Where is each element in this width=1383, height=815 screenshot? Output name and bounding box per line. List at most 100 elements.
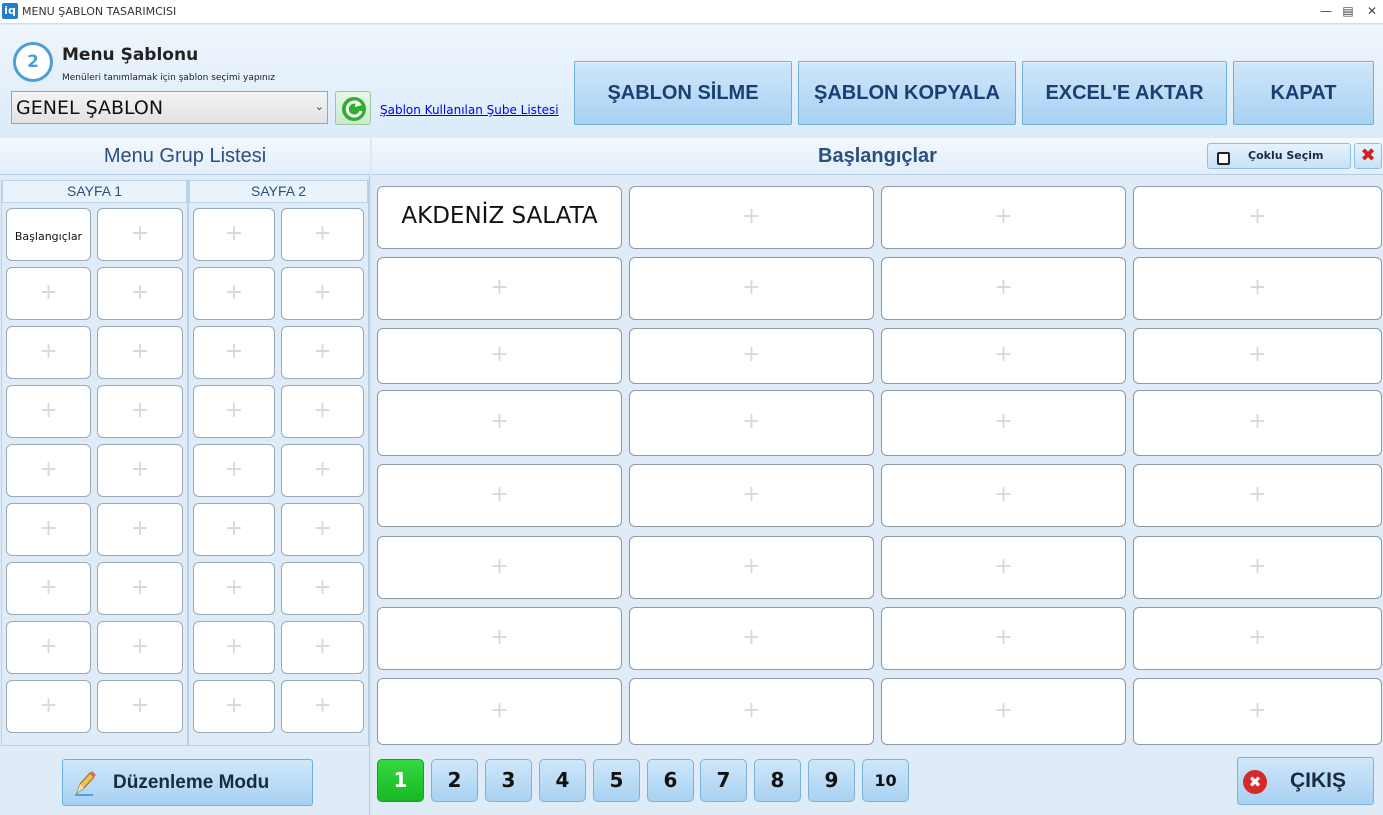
item-cell-empty[interactable]: + (881, 678, 1126, 745)
item-cell-empty[interactable]: + (881, 536, 1126, 599)
close-icon[interactable]: ✕ (1362, 3, 1382, 19)
item-cell-empty[interactable]: + (629, 328, 874, 384)
item-cell-empty[interactable]: + (1133, 328, 1382, 384)
page-button-5[interactable]: 5 (593, 759, 640, 802)
group-cell-empty[interactable]: + (193, 621, 275, 674)
group-cell-empty[interactable]: + (193, 267, 275, 320)
group-cell-empty[interactable]: + (281, 621, 364, 674)
group-cell-empty[interactable]: + (6, 326, 91, 379)
item-cell-empty[interactable]: + (881, 464, 1126, 527)
group-cell-empty[interactable]: + (281, 385, 364, 438)
page-button-2[interactable]: 2 (431, 759, 478, 802)
group-cell-empty[interactable]: + (193, 385, 275, 438)
multi-select-toggle[interactable]: Çoklu Seçim (1207, 143, 1351, 169)
group-cell-empty[interactable]: + (6, 267, 91, 320)
item-cell-empty[interactable]: + (881, 607, 1126, 670)
group-cell[interactable]: Başlangıçlar (6, 208, 91, 261)
group-cell-empty[interactable]: + (193, 503, 275, 556)
item-cell-empty[interactable]: + (629, 390, 874, 456)
group-cell-empty[interactable]: + (97, 208, 183, 261)
group-cell-empty[interactable]: + (281, 680, 364, 733)
group-cell-empty[interactable]: + (281, 444, 364, 497)
item-cell-empty[interactable]: + (377, 464, 622, 527)
group-cell-empty[interactable]: + (97, 326, 183, 379)
item-cell-empty[interactable]: + (1133, 678, 1382, 745)
item-cell-empty[interactable]: + (1133, 464, 1382, 527)
maximize-icon[interactable]: ▤ (1338, 3, 1358, 19)
page-button-3[interactable]: 3 (485, 759, 532, 802)
item-cell-empty[interactable]: + (629, 607, 874, 670)
group-cell-empty[interactable]: + (193, 680, 275, 733)
page-button-4[interactable]: 4 (539, 759, 586, 802)
item-cell-empty[interactable]: + (629, 257, 874, 320)
item-cell-empty[interactable]: + (377, 328, 622, 384)
page-button-7[interactable]: 7 (700, 759, 747, 802)
group-cell-empty[interactable]: + (6, 444, 91, 497)
group-cell-empty[interactable]: + (193, 208, 275, 261)
copy-template-button[interactable]: ŞABLON KOPYALA (798, 61, 1016, 125)
minimize-icon[interactable]: — (1316, 3, 1336, 19)
add-icon: + (130, 693, 150, 718)
add-icon: + (490, 275, 509, 300)
add-icon: + (224, 516, 244, 541)
group-cell-empty[interactable]: + (193, 444, 275, 497)
delete-template-button[interactable]: ŞABLON SİLME (574, 61, 792, 125)
edit-mode-button[interactable]: Düzenleme Modu (62, 759, 313, 806)
group-cell-empty[interactable]: + (97, 680, 183, 733)
item-cell-empty[interactable]: + (377, 607, 622, 670)
item-cell-empty[interactable]: + (377, 257, 622, 320)
multi-select-checkbox[interactable] (1217, 152, 1230, 165)
title-bar: iq MENU ŞABLON TASARIMCISI — ▤ ✕ (0, 0, 1383, 24)
page-button-1[interactable]: 1 (377, 759, 424, 802)
group-cell-empty[interactable]: + (97, 621, 183, 674)
group-cell-empty[interactable]: + (193, 326, 275, 379)
item-cell-empty[interactable]: + (1133, 536, 1382, 599)
item-cell-empty[interactable]: + (377, 678, 622, 745)
branch-list-link[interactable]: Şablon Kullanılan Şube Listesi (380, 103, 559, 117)
item-cell[interactable]: AKDENİZ SALATA (377, 186, 622, 249)
item-cell-empty[interactable]: + (1133, 186, 1382, 249)
refresh-button[interactable] (335, 91, 371, 125)
group-cell-empty[interactable]: + (97, 503, 183, 556)
group-cell-empty[interactable]: + (281, 267, 364, 320)
page-button-10[interactable]: 10 (862, 759, 909, 802)
group-cell-empty[interactable]: + (6, 680, 91, 733)
item-cell-empty[interactable]: + (629, 464, 874, 527)
group-cell-empty[interactable]: + (97, 444, 183, 497)
item-cell-empty[interactable]: + (377, 390, 622, 456)
template-select[interactable]: GENEL ŞABLON ⌄ (11, 91, 328, 124)
group-cell-empty[interactable]: + (281, 208, 364, 261)
item-cell-empty[interactable]: + (1133, 390, 1382, 456)
group-cell-empty[interactable]: + (6, 562, 91, 615)
group-cell-empty[interactable]: + (281, 562, 364, 615)
close-button[interactable]: KAPAT (1233, 61, 1374, 125)
item-cell-empty[interactable]: + (881, 328, 1126, 384)
group-cell-empty[interactable]: + (281, 503, 364, 556)
item-cell-empty[interactable]: + (881, 186, 1126, 249)
group-cell-empty[interactable]: + (281, 326, 364, 379)
item-cell-empty[interactable]: + (629, 536, 874, 599)
item-cell-empty[interactable]: + (1133, 257, 1382, 320)
item-cell-empty[interactable]: + (881, 390, 1126, 456)
group-cell-empty[interactable]: + (97, 562, 183, 615)
group-cell-empty[interactable]: + (97, 267, 183, 320)
group-cell-empty[interactable]: + (6, 385, 91, 438)
page-button-9[interactable]: 9 (808, 759, 855, 802)
group-cell-empty[interactable]: + (6, 621, 91, 674)
item-cell-empty[interactable]: + (377, 536, 622, 599)
export-excel-button[interactable]: EXCEL'E AKTAR (1022, 61, 1227, 125)
add-icon: + (130, 575, 150, 600)
group-cell-empty[interactable]: + (6, 503, 91, 556)
add-icon: + (224, 575, 244, 600)
item-cell-empty[interactable]: + (1133, 607, 1382, 670)
page-button-8[interactable]: 8 (754, 759, 801, 802)
item-cell-empty[interactable]: + (629, 186, 874, 249)
item-cell-empty[interactable]: + (881, 257, 1126, 320)
item-cell-empty[interactable]: + (629, 678, 874, 745)
group-cell-empty[interactable]: + (193, 562, 275, 615)
page-button-6[interactable]: 6 (647, 759, 694, 802)
group-cell-empty[interactable]: + (97, 385, 183, 438)
exit-button[interactable]: ✖ ÇIKIŞ (1237, 757, 1374, 805)
add-icon: + (313, 398, 332, 423)
close-items-button[interactable]: ✖ (1354, 143, 1382, 169)
